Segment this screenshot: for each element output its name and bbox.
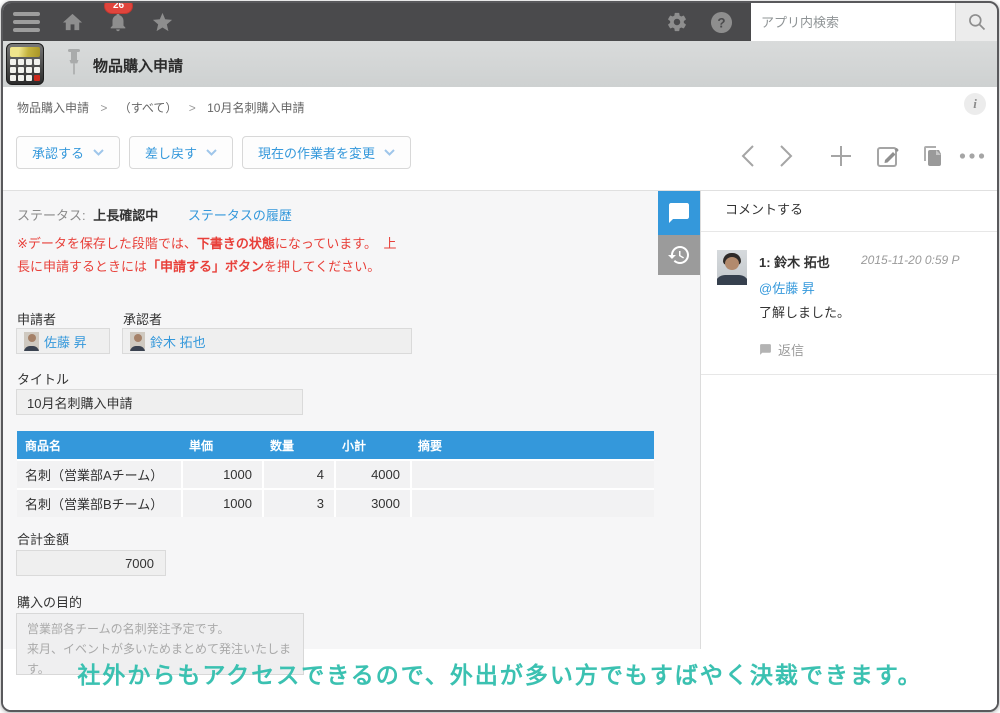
breadcrumb-view-link[interactable]: （すべて）: [119, 101, 178, 115]
history-icon: [668, 246, 689, 264]
change-assignee-button[interactable]: 現在の作業者を変更: [242, 136, 412, 169]
screenshot-stage: 26 ? 物品購入申請 物品購入申: [0, 0, 1000, 713]
breadcrumb: 物品購入申請 > （すべて） > 10月名刺購入申請: [17, 99, 304, 116]
commenter-name: 1: 鈴木 拓也: [759, 255, 830, 270]
app-window: 26 ? 物品購入申請 物品購入申: [1, 1, 999, 712]
comment-compose-link[interactable]: コメントする: [725, 199, 803, 218]
total-field: 7000: [16, 550, 166, 576]
chat-bubble-icon: [669, 203, 689, 223]
next-record-button[interactable]: [773, 143, 799, 169]
panel-divider: [701, 231, 997, 232]
record-toolbar: [734, 143, 985, 169]
applicant-field: 佐藤 昇: [16, 328, 110, 354]
chevron-right-icon: [779, 145, 792, 167]
more-options-button[interactable]: [959, 143, 985, 169]
comment-reply-button[interactable]: 返信: [759, 340, 804, 359]
approve-button[interactable]: 承認する: [16, 136, 121, 169]
reply-bubble-icon: [760, 344, 771, 355]
notification-bell-icon[interactable]: 26: [104, 3, 133, 34]
approver-field: 鈴木 拓也: [122, 328, 412, 354]
svg-text:?: ?: [717, 15, 725, 30]
plus-icon: [831, 146, 851, 166]
top-navigation-bar: 26 ?: [3, 3, 997, 41]
draft-warning-text: ※データを保存した段階では、下書きの状態になっています。 上長に申請するときには…: [17, 236, 397, 274]
chevron-left-icon: [741, 145, 754, 167]
search-input[interactable]: [751, 3, 955, 41]
applicant-label: 申請者: [17, 312, 57, 327]
breadcrumb-separator: >: [100, 101, 108, 115]
approver-label: 承認者: [123, 312, 163, 327]
record-header-zone: 物品購入申請 > （すべて） > 10月名刺購入申請 i 承認する 差し戻す 現…: [3, 87, 997, 190]
chevron-down-icon: [93, 149, 104, 156]
ellipsis-icon: [959, 153, 985, 159]
commenter-avatar: [717, 250, 747, 285]
title-label: タイトル: [17, 372, 70, 387]
breadcrumb-app-link[interactable]: 物品購入申請: [17, 101, 89, 115]
table-row: 名刺（営業部Bチーム） 1000 3 3000: [17, 488, 654, 517]
edit-icon: [877, 147, 899, 167]
marketing-caption: 社外からもアクセスできるので、外出が多い方でもすばやく決裁できます。: [77, 662, 923, 688]
panel-divider: [701, 374, 997, 375]
calculator-app-icon[interactable]: [6, 43, 44, 85]
chevron-down-icon: [384, 149, 395, 156]
copy-icon: [924, 146, 941, 166]
status-value: 上長確認中: [93, 208, 159, 223]
breadcrumb-separator: >: [188, 101, 196, 115]
send-back-button[interactable]: 差し戻す: [129, 136, 234, 169]
items-table: 商品名 単価 数量 小計 摘要 名刺（営業部Aチーム） 1000 4 4000 …: [17, 431, 654, 517]
star-favorites-icon[interactable]: [150, 10, 174, 34]
breadcrumb-current: 10月名刺購入申請: [207, 101, 305, 115]
status-row: ステータス: 上長確認中 ステータスの履歴: [17, 205, 292, 224]
approver-user-link[interactable]: 鈴木 拓也: [150, 332, 206, 351]
notification-badge: 26: [104, 3, 133, 14]
comments-tab[interactable]: [658, 191, 700, 235]
applicant-avatar: [24, 331, 39, 351]
app-search-box: [751, 3, 997, 41]
comment-mention-link[interactable]: @佐藤 昇: [759, 278, 815, 297]
previous-record-button[interactable]: [734, 143, 760, 169]
help-icon[interactable]: ?: [709, 10, 733, 34]
workflow-actions: 承認する 差し戻す 現在の作業者を変更: [16, 136, 412, 169]
search-icon: [968, 14, 985, 31]
total-label: 合計金額: [17, 532, 70, 547]
comment-body: 了解しました。: [759, 305, 851, 320]
table-row: 名刺（営業部Aチーム） 1000 4 4000: [17, 459, 654, 488]
app-header: 物品購入申請: [3, 41, 997, 88]
hamburger-menu-icon[interactable]: [13, 12, 40, 32]
comment-timestamp: 2015-11-20 0:59 P: [861, 253, 960, 267]
add-record-button[interactable]: [828, 143, 854, 169]
approver-avatar: [130, 331, 145, 351]
home-icon[interactable]: [60, 10, 84, 34]
gear-settings-icon[interactable]: [665, 10, 689, 34]
info-icon[interactable]: i: [964, 93, 986, 115]
pin-icon[interactable]: [67, 49, 81, 84]
chevron-down-icon: [206, 149, 217, 156]
app-title: 物品購入申請: [93, 58, 184, 75]
status-label: ステータス:: [17, 208, 86, 223]
search-button[interactable]: [955, 3, 997, 41]
status-history-link[interactable]: ステータスの履歴: [188, 208, 292, 223]
purpose-label: 購入の目的: [17, 595, 83, 610]
applicant-user-link[interactable]: 佐藤 昇: [44, 332, 87, 351]
title-field: 10月名刺購入申請: [16, 389, 303, 415]
copy-record-button[interactable]: [920, 143, 946, 169]
history-tab[interactable]: [658, 235, 700, 275]
edit-record-button[interactable]: [875, 143, 901, 169]
items-table-header: 商品名 単価 数量 小計 摘要: [17, 431, 654, 459]
